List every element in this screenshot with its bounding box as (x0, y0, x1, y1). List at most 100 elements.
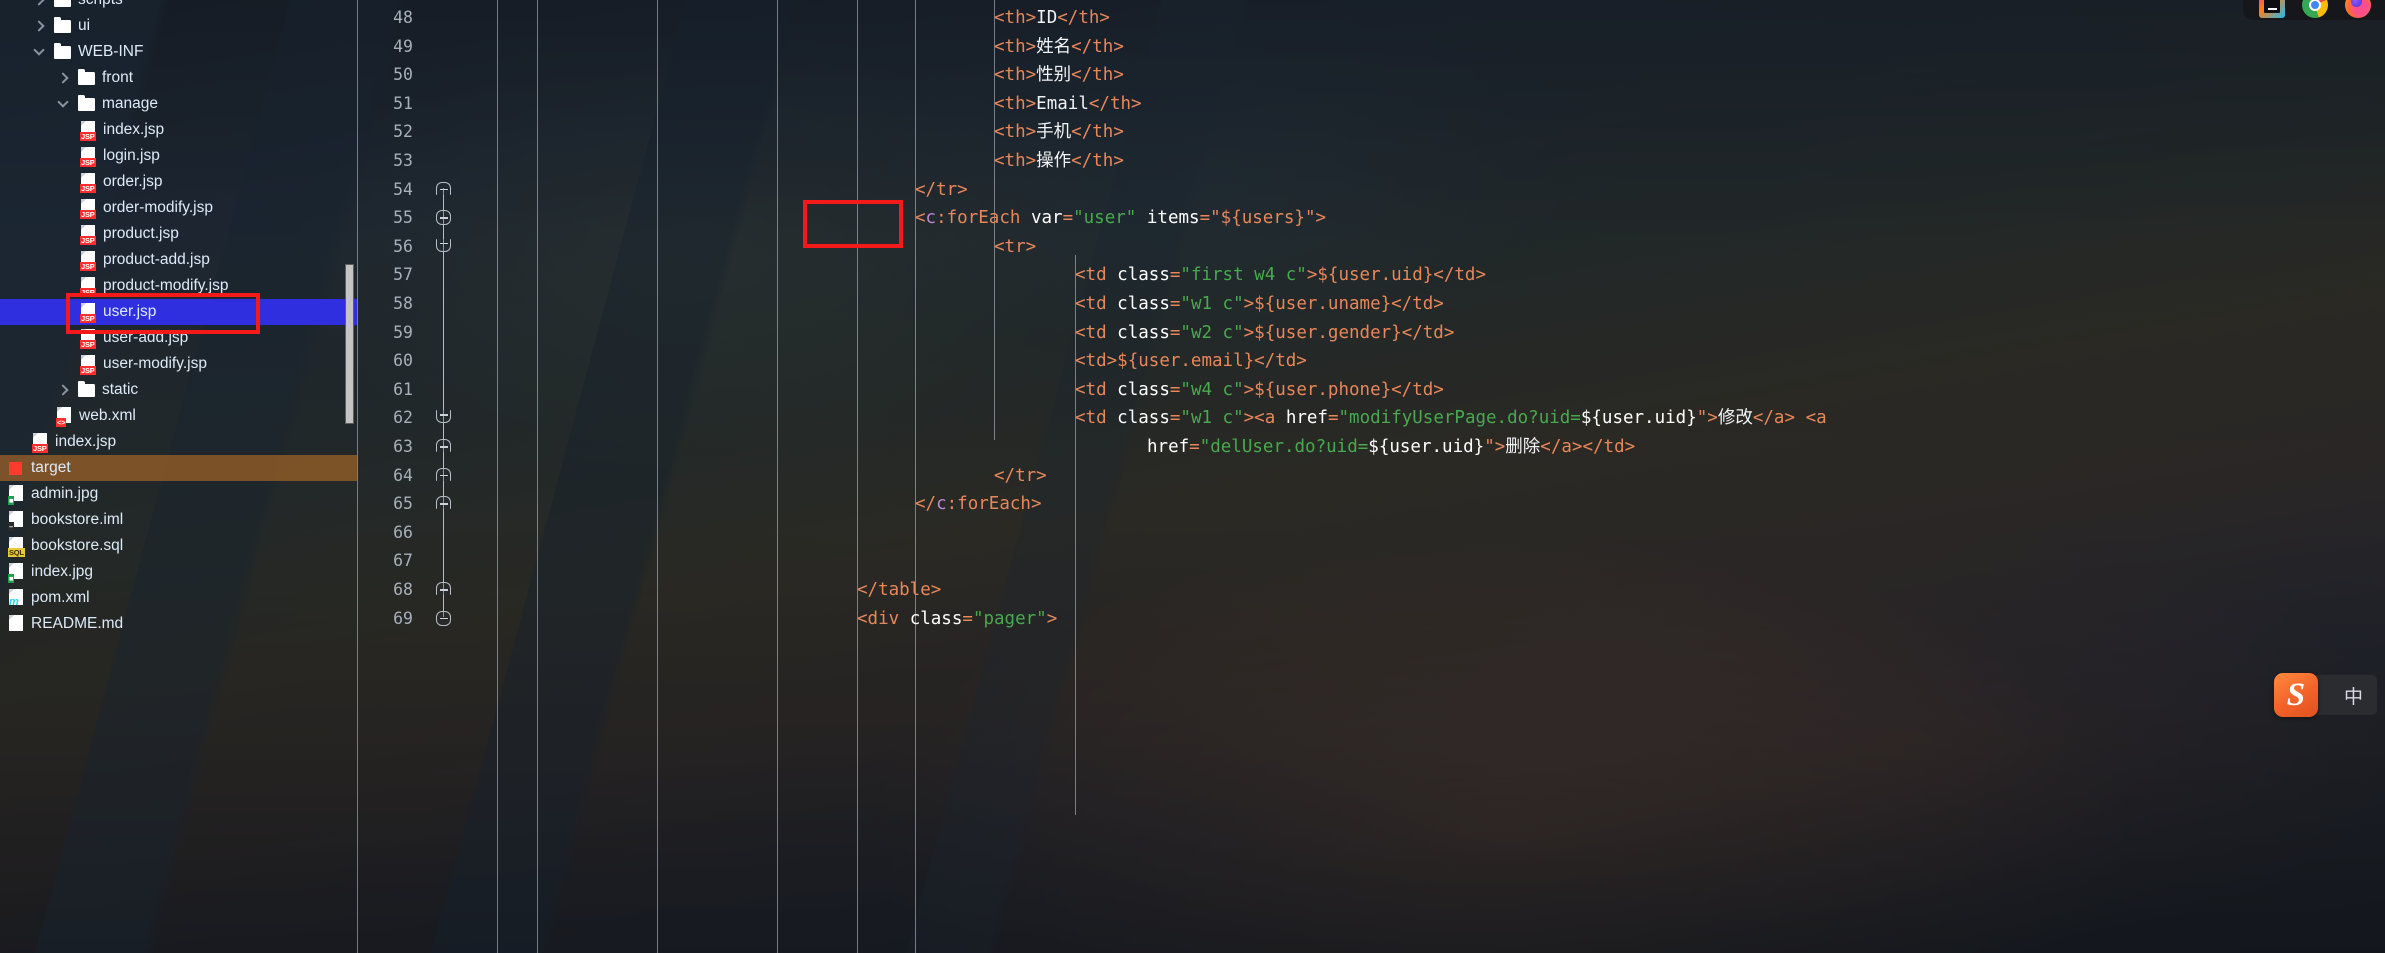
code-token: c (936, 494, 947, 515)
code-line-66[interactable]: 66 (357, 519, 2385, 548)
tree-item-web-inf[interactable]: WEB-INF (0, 39, 357, 65)
code-line-54[interactable]: 54 </tr> (357, 176, 2385, 205)
tree-item-order-jsp[interactable]: JSP order.jsp (0, 169, 357, 195)
tree-item-manage[interactable]: manage (0, 91, 357, 117)
code-line-49[interactable]: 49 <th>姓名</th> (357, 33, 2385, 62)
code-token: > (1306, 265, 1318, 286)
chevron-down-icon[interactable] (56, 97, 70, 111)
tree-item-ui[interactable]: ui (0, 13, 357, 39)
file-corner (57, 406, 62, 412)
tree-item-readme-md[interactable]: README.md (0, 611, 357, 637)
code-token: > (930, 580, 942, 600)
tree-item-user-add-jsp[interactable]: JSP user-add.jsp (0, 325, 357, 351)
code-token: "modifyUserPage.do?uid= (1338, 408, 1581, 429)
code-token: ID (1036, 8, 1058, 28)
code-line-56[interactable]: 56 <tr> (357, 233, 2385, 262)
file-icon: JSP (80, 146, 96, 167)
tree-item-index-jpg[interactable]: ■ index.jpg (0, 559, 357, 585)
tree-item-product-jsp[interactable]: JSP product.jsp (0, 221, 357, 247)
code-line-69[interactable]: 69 <div class="pager"> (357, 605, 2385, 634)
code-line-67[interactable]: 67 (357, 547, 2385, 576)
code-line-51[interactable]: 51 <th>Email</th> (357, 90, 2385, 119)
code-text: <td class="w1 c"><a href="modifyUserPage… (1075, 404, 1827, 433)
code-token: "w4 c" (1180, 379, 1244, 400)
chevron-right-icon[interactable] (32, 19, 46, 33)
tree-item-user-jsp[interactable]: JSP user.jsp (0, 299, 357, 325)
code-token: </ (915, 494, 937, 515)
chevron-down-icon[interactable] (32, 45, 46, 59)
line-number: 59 (393, 322, 413, 342)
code-token: forEach (957, 494, 1031, 515)
file-corner (81, 302, 86, 308)
code-token: td (1422, 322, 1444, 343)
code-text: </tr> (915, 176, 968, 205)
code-line-50[interactable]: 50 <th>性别</th> (357, 61, 2385, 90)
code-line-61[interactable]: 61 <td class="w4 c">${user.phone}</td> (357, 376, 2385, 405)
tree-item-index-jsp[interactable]: JSP index.jsp (0, 117, 357, 143)
tree-item-target[interactable]: target (0, 455, 357, 481)
code-token: = (1169, 379, 1181, 400)
chevron-right-icon[interactable] (56, 383, 70, 397)
code-line-63[interactable]: 63 href="delUser.do?uid=${user.uid}">删除</… (357, 433, 2385, 462)
code-token: > (1433, 294, 1444, 314)
line-number: 69 (393, 608, 413, 628)
tree-item-login-jsp[interactable]: JSP login.jsp (0, 143, 357, 169)
tree-item-index-jsp[interactable]: JSP index.jsp (0, 429, 357, 455)
code-token: class (1117, 265, 1170, 286)
code-token: th (1092, 36, 1114, 57)
project-tree-scrollbar[interactable] (345, 264, 354, 424)
code-token: "w1 c" (1180, 408, 1244, 429)
file-corner (9, 536, 14, 542)
code-text: href="delUser.do?uid=${user.uid}">删除</a>… (1147, 433, 1635, 462)
file-icon (8, 614, 24, 634)
tree-item-product-modify-jsp[interactable]: JSP product-modify.jsp (0, 273, 357, 299)
code-line-68[interactable]: 68 </table> (357, 576, 2385, 605)
code-token: "first w4 c" (1180, 265, 1307, 286)
firefox-icon[interactable] (2345, 0, 2371, 18)
tree-item-front[interactable]: front (0, 65, 357, 91)
tree-item-product-add-jsp[interactable]: JSP product-add.jsp (0, 247, 357, 273)
tree-item-web-xml[interactable]: <> web.xml (0, 403, 357, 429)
code-token: > (1475, 265, 1486, 286)
code-line-52[interactable]: 52 <th>手机</th> (357, 118, 2385, 147)
code-text: <c:forEach var="user" items="${users}"> (915, 204, 1326, 233)
tree-item-order-modify-jsp[interactable]: JSP order-modify.jsp (0, 195, 357, 221)
code-line-48[interactable]: 48 <th>ID</th> (357, 4, 2385, 33)
tree-item-label: manage (102, 95, 159, 112)
chevron-right-icon[interactable] (32, 0, 46, 7)
code-line-59[interactable]: 59 <td class="w2 c">${user.gender}</td> (357, 319, 2385, 348)
code-line-64[interactable]: 64 </tr> (357, 462, 2385, 491)
taskbar[interactable] (2243, 0, 2385, 20)
code-line-65[interactable]: 65 </c:forEach> (357, 490, 2385, 519)
tree-item-bookstore-sql[interactable]: SQL bookstore.sql (0, 533, 357, 559)
code-line-62[interactable]: 62 <td class="w1 c"><a href="modifyUserPa… (357, 404, 2385, 433)
code-token: < (994, 236, 1005, 257)
tree-item-scripts[interactable]: scripts (0, 0, 357, 13)
line-number: 60 (393, 351, 413, 371)
code-token: = (1189, 437, 1200, 457)
chrome-icon[interactable] (2302, 0, 2328, 18)
code-line-55[interactable]: 55 <c:forEach var="user" items="${users}"… (357, 204, 2385, 233)
code-editor-area[interactable]: 48 <th>ID</th> 49 <th>姓名</th> 50 <th>性别</th> 5… (357, 0, 2385, 953)
intellij-idea-icon[interactable] (2259, 0, 2285, 18)
tree-item-bookstore-iml[interactable]: – bookstore.iml (0, 507, 357, 533)
project-tree-panel[interactable]: scriptsuiWEB-INFfrontmanageJSPindex.jspJ… (0, 0, 357, 953)
code-line-57[interactable]: 57 <td class="first w4 c">${user.uid}</td… (357, 261, 2385, 290)
code-token: ${user.uname} (1254, 294, 1392, 314)
code-token: Email (1036, 93, 1089, 114)
tree-item-user-modify-jsp[interactable]: JSP user-modify.jsp (0, 351, 357, 377)
file-type-badge: JSP (80, 261, 96, 271)
chevron-right-icon[interactable] (56, 71, 70, 85)
file-icon: ■ (8, 562, 24, 583)
tree-item-static[interactable]: static (0, 377, 357, 403)
code-line-53[interactable]: 53 <th>操作</th> (357, 147, 2385, 176)
tree-item-admin-jpg[interactable]: ■ admin.jpg (0, 481, 357, 507)
file-icon: JSP (80, 172, 96, 193)
code-line-58[interactable]: 58 <td class="w1 c">${user.uname}</td> (357, 290, 2385, 319)
code-line-60[interactable]: 60 <td>${user.email}</td> (357, 347, 2385, 376)
code-token: td (1085, 322, 1107, 343)
sogou-input-method-widget[interactable]: S 中 (2273, 672, 2377, 718)
tree-item-pom-xml[interactable]: m pom.xml (0, 585, 357, 611)
